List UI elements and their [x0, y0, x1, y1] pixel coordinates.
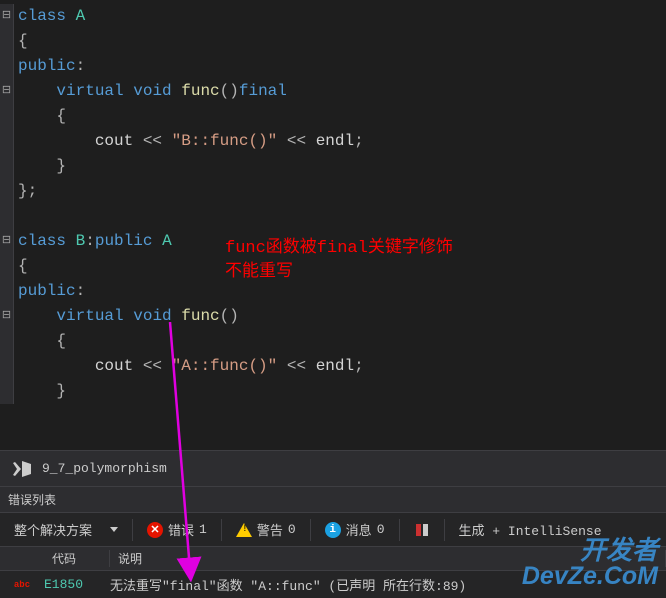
info-icon: i	[325, 522, 341, 538]
code-editor[interactable]: ⊟ class A { public: ⊟ virtual void func(…	[0, 0, 666, 450]
build-filter-button[interactable]	[406, 519, 438, 541]
function-name: func	[181, 82, 219, 100]
tab-label[interactable]: 9_7_polymorphism	[42, 461, 167, 476]
error-column-headers: 代码 说明	[0, 547, 666, 571]
errors-filter-button[interactable]: ✕ 错误 1	[139, 517, 215, 542]
fold-icon[interactable]: ⊟	[0, 229, 14, 254]
error-icon: ✕	[147, 522, 163, 538]
keyword-class: class	[18, 7, 66, 25]
class-name: A	[76, 7, 86, 25]
chevron-down-icon	[110, 527, 118, 532]
annotation-text: func函数被final关键字修饰 不能重写	[225, 237, 453, 285]
col-header-desc[interactable]: 说明	[110, 550, 666, 567]
intellisense-error-icon: abc	[14, 580, 30, 590]
vs-icon	[10, 457, 34, 481]
scope-dropdown[interactable]: 整个解决方案	[6, 517, 126, 542]
warning-icon	[236, 523, 252, 537]
keyword-public: public	[18, 57, 76, 75]
fold-icon[interactable]: ⊟	[0, 79, 14, 104]
warnings-filter-button[interactable]: 警告 0	[228, 517, 304, 542]
fold-icon[interactable]: ⊟	[0, 304, 14, 329]
fold-icon[interactable]: ⊟	[0, 4, 14, 29]
build-icon	[414, 522, 430, 538]
messages-filter-button[interactable]: i 消息 0	[317, 517, 393, 542]
brace-open: {	[18, 32, 28, 50]
col-header-code[interactable]: 代码	[44, 550, 110, 567]
error-filter-bar: 整个解决方案 ✕ 错误 1 警告 0 i 消息 0 生成 + IntelliSe…	[0, 513, 666, 547]
error-list-title: 错误列表	[0, 486, 666, 513]
error-row[interactable]: abc E1850 无法重写"final"函数 "A::func" (已声明 所…	[0, 571, 666, 598]
tab-bar: 9_7_polymorphism	[0, 450, 666, 486]
error-code: E1850	[44, 577, 110, 592]
build-intellisense-dropdown[interactable]: 生成 + IntelliSense	[451, 517, 610, 542]
error-description: 无法重写"final"函数 "A::func" (已声明 所在行数:89)	[110, 575, 666, 594]
